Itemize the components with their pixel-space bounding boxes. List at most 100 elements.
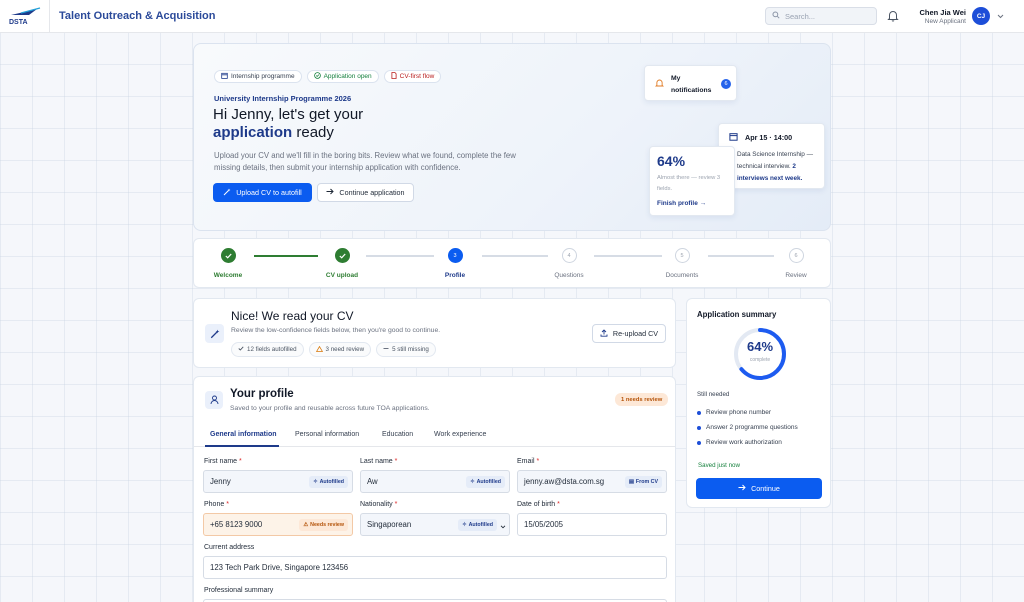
avatar[interactable]: CJ — [972, 7, 990, 25]
top-bar: DSTA Talent Outreach & Acquisition Searc… — [0, 0, 1024, 33]
cv-title: Nice! We read your CV — [231, 309, 354, 323]
tag-text: Autofilled — [319, 479, 344, 485]
step-review[interactable]: 6 Review — [766, 248, 826, 279]
step-questions[interactable]: 4 Questions — [539, 248, 599, 279]
notifications-count-badge: 6 — [721, 79, 731, 89]
first-name-field[interactable]: Jenny ✧ Autofilled — [203, 470, 353, 493]
required-marker: * — [394, 501, 398, 508]
needs-review-badge: 1 needs review — [615, 393, 669, 406]
step-label: Review — [785, 272, 807, 279]
continue-label: Continue — [751, 484, 780, 493]
finish-profile-link[interactable]: Finish profile → — [657, 200, 706, 207]
list-item[interactable]: Review phone number — [697, 405, 798, 420]
list-item-text: Review phone number — [706, 409, 772, 416]
dob-field[interactable]: 15/05/2005 — [517, 513, 667, 536]
minus-icon — [383, 346, 389, 353]
document-icon: ▤ — [628, 479, 634, 485]
step-label: Profile — [444, 272, 466, 279]
pill-cv-first: CV-first flow — [383, 70, 442, 83]
required-marker: * — [536, 458, 540, 465]
continue-button[interactable]: Continue — [696, 478, 822, 499]
saved-status: Saved just now — [698, 462, 740, 469]
field-value: Singaporean — [367, 520, 412, 529]
profile-panel: Your profile Saved to your profile and r… — [193, 376, 676, 602]
magic-wand-icon — [205, 324, 224, 343]
user-role: New Applicant — [924, 18, 966, 25]
cv-chips: 12 fields autofilled 3 need review 5 sti… — [231, 342, 436, 357]
warning-icon — [315, 345, 323, 354]
tab-personal-information[interactable]: Personal information — [295, 431, 359, 438]
step-documents[interactable]: 5 Documents — [652, 248, 712, 279]
field-value: 123 Tech Park Drive, Singapore 123456 — [210, 563, 349, 572]
progress-subtitle: Almost there — review 3 fields. — [657, 175, 721, 192]
programme-name: University Internship Programme 2026 — [214, 94, 352, 103]
user-icon — [205, 391, 223, 409]
continue-application-button[interactable]: Continue application — [317, 183, 414, 202]
field-value: jenny.aw@dsta.com.sg — [524, 477, 605, 486]
from-cv-tag: ▤ From CV — [624, 476, 662, 488]
list-item[interactable]: Review work authorization — [697, 435, 798, 450]
email-field[interactable]: jenny.aw@dsta.com.sg ▤ From CV — [517, 470, 667, 493]
upload-cv-label: Upload CV to autofill — [236, 188, 302, 197]
step-cv-upload[interactable]: CV upload — [312, 248, 372, 279]
last-name-field[interactable]: Aw ✧ Autofilled — [360, 470, 510, 493]
label-text: Email — [517, 458, 535, 465]
arrow-right-icon: → — [699, 200, 707, 207]
tab-work-experience[interactable]: Work experience — [434, 431, 486, 438]
app-title[interactable]: Talent Outreach & Acquisition — [59, 10, 215, 22]
list-item[interactable]: Answer 2 programme questions — [697, 420, 798, 435]
user-info[interactable]: Chen Jia Wei New Applicant — [919, 8, 966, 25]
field-value: Jenny — [210, 477, 231, 486]
dsta-logo[interactable]: DSTA — [0, 0, 50, 33]
still-needed-list: Review phone number Answer 2 programme q… — [697, 405, 798, 450]
document-icon — [391, 72, 397, 81]
chip-still-missing: 5 still missing — [376, 342, 436, 357]
chevron-down-icon[interactable] — [997, 12, 1004, 21]
list-item-text: Review work authorization — [706, 439, 782, 446]
search-icon — [772, 11, 780, 21]
hero-heading: Hi Jenny, let's get your application rea… — [213, 106, 363, 142]
tag-text: Autofilled — [476, 479, 501, 485]
profile-subtitle: Saved to your profile and reusable acros… — [230, 405, 430, 412]
cv-read-panel: Nice! We read your CV Review the low-con… — [193, 298, 676, 368]
phone-field[interactable]: +65 8123 9000 ⚠ Needs review — [203, 513, 353, 536]
notification-bell-icon[interactable] — [887, 9, 899, 24]
tab-general-information[interactable]: General information — [210, 431, 277, 438]
label-text: Date of birth — [517, 501, 556, 508]
application-summary-panel: Application summary 64% complete Still n… — [686, 298, 831, 508]
interview-text: Data Science Internship — technical inte… — [737, 149, 825, 185]
step-number: 5 — [674, 248, 690, 263]
continue-application-label: Continue application — [339, 188, 405, 197]
interview-date: Apr 15 · 14:00 — [745, 133, 793, 142]
nationality-select[interactable]: Singaporean ✧ Autofilled — [360, 513, 510, 536]
notifications-card[interactable]: My notifications 6 — [644, 65, 737, 101]
dob-label: Date of birth * — [517, 501, 560, 508]
autofilled-tag: ✧ Autofilled — [309, 476, 348, 488]
upload-cv-button[interactable]: Upload CV to autofill — [213, 183, 312, 202]
email-label: Email * — [517, 458, 539, 465]
warning-icon: ⚠ — [303, 522, 309, 528]
chip-label: 12 fields autofilled — [247, 346, 297, 353]
step-profile[interactable]: 3 Profile — [425, 248, 485, 279]
required-marker: * — [394, 458, 398, 465]
tab-education[interactable]: Education — [382, 431, 413, 438]
required-marker: * — [226, 501, 229, 508]
address-field[interactable]: 123 Tech Park Drive, Singapore 123456 — [203, 556, 667, 579]
check-icon — [238, 346, 244, 353]
magic-wand-icon — [223, 188, 231, 198]
step-number: 6 — [788, 248, 804, 263]
reupload-cv-button[interactable]: Re-upload CV — [592, 324, 666, 343]
last-name-label: Last name * — [360, 458, 397, 465]
pill-label: Internship programme — [231, 73, 295, 80]
autofilled-tag: ✧ Autofilled — [466, 476, 505, 488]
phone-label: Phone * — [204, 501, 229, 508]
step-welcome[interactable]: Welcome — [198, 248, 258, 279]
address-label: Current address — [204, 544, 255, 551]
label-text: First name — [204, 458, 238, 465]
upload-icon — [600, 328, 608, 339]
autofilled-tag: ✧ Autofilled — [458, 519, 497, 531]
chip-autofilled: 12 fields autofilled — [231, 342, 304, 357]
application-stepper: Welcome CV upload 3 Profile 4 Questions … — [193, 238, 831, 288]
search-placeholder: Search... — [785, 11, 816, 21]
search-input[interactable]: Search... — [765, 7, 877, 25]
